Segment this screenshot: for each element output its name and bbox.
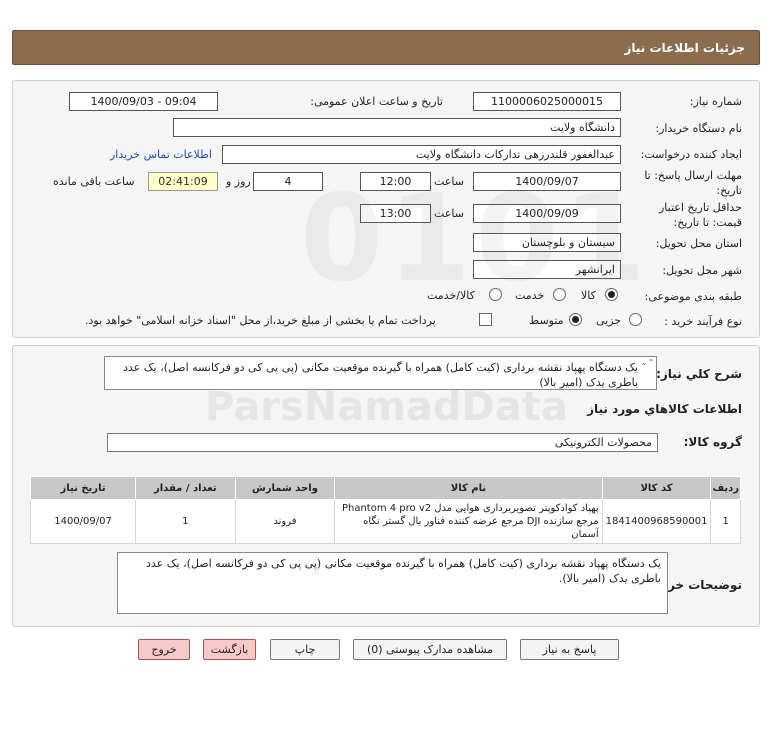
deadline-label-line2: تاریخ:	[716, 184, 742, 197]
print-button[interactable]: چاپ	[270, 639, 340, 660]
treasury-payment-checkbox[interactable]	[479, 313, 492, 326]
category-radio-goods[interactable]	[605, 288, 618, 301]
need-number-label: شماره نیاز:	[689, 95, 742, 108]
summary-textarea[interactable]: یک دستگاه پهپاد نقشه برداری (کیت کامل) ه…	[104, 356, 657, 390]
validity-time-field: 13:00	[360, 204, 431, 223]
province-field: سیستان و بلوچستان	[473, 233, 621, 252]
exit-button[interactable]: خروج	[138, 639, 190, 660]
category-option-goods: کالا	[581, 289, 596, 302]
table-row: 1 1841400968590001 پهپاد کوادکوپتر تصویر…	[29, 499, 741, 544]
days-label: روز و	[226, 175, 251, 188]
category-label: طبقه بندی موضوعی:	[644, 290, 742, 303]
province-label: استان محل تحویل:	[655, 237, 742, 250]
buyer-org-field: دانشگاه ولایت	[173, 118, 621, 137]
goods-table-header: ردیف کد کالا نام کالا واحد شمارش تعداد /…	[29, 476, 741, 500]
process-option-minor: جزیی	[596, 314, 622, 327]
buyer-contact-link[interactable]: اطلاعات تماس خریدار	[110, 148, 212, 161]
col-code: کد کالا	[601, 476, 712, 500]
category-option-service: خدمت	[515, 289, 545, 302]
row-index: 1	[710, 499, 741, 544]
summary-text: یک دستگاه پهپاد نقشه برداری (کیت کامل) ه…	[122, 361, 638, 389]
process-label: نوع فرآیند خرید :	[664, 315, 742, 328]
validity-time-label: ساعت	[434, 207, 464, 220]
deadline-time-label: ساعت	[434, 175, 464, 188]
city-label: شهر محل تحویل:	[662, 264, 742, 277]
buyer-notes-text: یک دستگاه پهپاد نقشه برداری (کیت کامل) ه…	[145, 557, 661, 585]
summary-label: شرح کلي نياز:	[656, 367, 742, 381]
category-option-goods-service: کالا/خدمت	[427, 289, 475, 302]
deadline-label-line1: مهلت ارسال پاسخ: تا	[644, 169, 742, 182]
category-radio-goods-service[interactable]	[489, 288, 502, 301]
remaining-time-label: ساعت باقی مانده	[53, 175, 135, 188]
row-name: پهپاد کوادکوپتر تصویربرداری هوایی مدل Ph…	[334, 499, 603, 544]
row-code: 1841400968590001	[601, 499, 712, 544]
remaining-days-field: 4	[253, 172, 323, 191]
col-index: ردیف	[710, 476, 741, 500]
buyer-notes-box: یک دستگاه پهپاد نقشه برداری (کیت کامل) ه…	[117, 552, 668, 614]
col-qty: تعداد / مقدار	[135, 476, 236, 500]
col-name: نام کالا	[334, 476, 603, 500]
announce-date-field: 1400/09/03 - 09:04	[69, 92, 218, 111]
announce-date-label: تاریخ و ساعت اعلان عمومی:	[310, 95, 443, 108]
treasury-payment-note: پرداخت تمام یا بخشی از مبلغ خرید،از محل …	[85, 314, 436, 327]
process-radio-minor[interactable]	[629, 313, 642, 326]
goods-group-label: گروه کالا:	[683, 435, 742, 449]
textarea-resize-icon[interactable]: ⌃⌄	[641, 358, 654, 367]
attachments-button[interactable]: مشاهده مدارک پیوستی (0)	[353, 639, 507, 660]
process-radio-medium[interactable]	[569, 313, 582, 326]
validity-date-field: 1400/09/09	[473, 204, 621, 223]
reply-button[interactable]: پاسخ به نیاز	[520, 639, 619, 660]
remaining-time-field: 02:41:09	[148, 172, 218, 191]
validity-label-line2: قیمت: تا تاریخ:	[673, 216, 742, 229]
goods-section-title: اطلاعات کالاهاي مورد نياز	[587, 402, 742, 416]
city-field: ایرانشهر	[473, 260, 621, 279]
creator-label: ایجاد کننده درخواست:	[640, 148, 742, 161]
deadline-date-field: 1400/09/07	[473, 172, 621, 191]
buyer-org-label: نام دستگاه خریدار:	[655, 122, 742, 135]
deadline-label: مهلت ارسال پاسخ: تا تاریخ:	[644, 168, 742, 198]
category-radio-service[interactable]	[553, 288, 566, 301]
goods-table: ردیف کد کالا نام کالا واحد شمارش تعداد /…	[29, 476, 741, 544]
row-unit: فروند	[234, 499, 336, 544]
col-unit: واحد شمارش	[234, 476, 336, 500]
page-title: جزئیات اطلاعات نیاز	[624, 41, 745, 55]
validity-label-line1: حداقل تاریخ اعتبار	[658, 201, 742, 214]
back-button[interactable]: بازگشت	[203, 639, 256, 660]
row-date: 1400/09/07	[29, 499, 137, 544]
page-header: جزئیات اطلاعات نیاز	[12, 30, 760, 65]
deadline-time-field: 12:00	[360, 172, 431, 191]
goods-group-field: محصولات الکترونیکی	[107, 433, 658, 452]
col-date: تاریخ نیاز	[29, 476, 137, 500]
row-qty: 1	[135, 499, 236, 544]
process-option-medium: متوسط	[529, 314, 564, 327]
need-number-field: 1100006025000015	[473, 92, 621, 111]
creator-field: عبدالغفور قلندرزهی تدارکات دانشگاه ولایت	[222, 145, 621, 164]
validity-label: حداقل تاریخ اعتبار قیمت: تا تاریخ:	[659, 200, 742, 230]
